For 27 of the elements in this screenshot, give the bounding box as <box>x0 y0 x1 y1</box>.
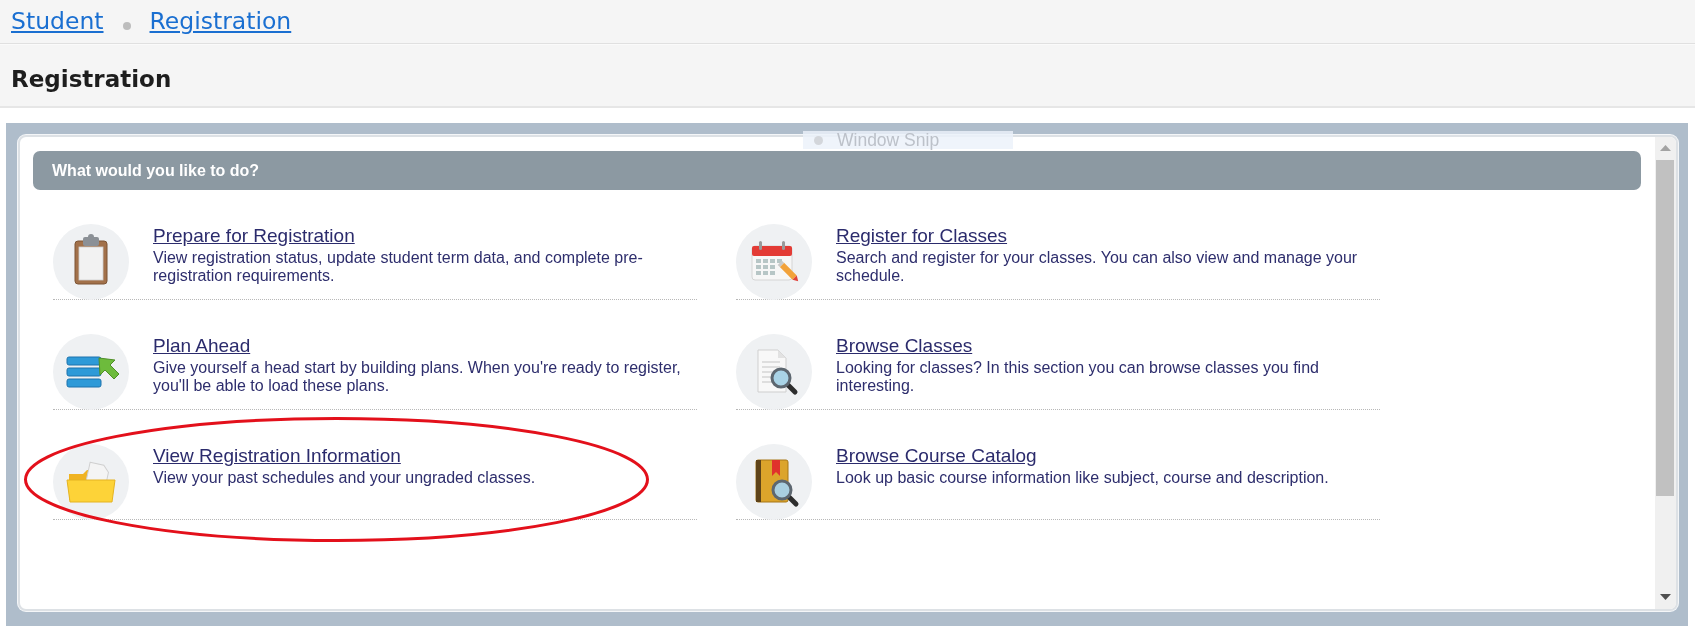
task-link[interactable]: Plan Ahead <box>153 335 251 357</box>
task-description: View registration status, update student term data, and complete pre-registration requirements. <box>153 249 644 285</box>
task-link[interactable]: Prepare for Registration <box>153 225 355 247</box>
task-description: View your past schedules and your ungraded classes. <box>153 469 537 487</box>
clipboard-icon <box>53 224 129 300</box>
task-link[interactable]: Register for Classes <box>836 225 1008 247</box>
task-description: Give yourself a head start by building plans. When you're ready to register, you'll be able to load these plans. <box>153 359 682 395</box>
breadcrumb-separator-icon <box>122 21 131 30</box>
page-title: Registration <box>11 65 172 94</box>
book-magnifier-icon <box>736 444 812 520</box>
task-link[interactable]: Browse Course Catalog <box>836 445 1037 467</box>
scroll-up-icon[interactable] <box>1660 145 1671 151</box>
dot-icon <box>814 135 823 145</box>
task-description: Looking for classes? In this section you can browse classes you find interesting. <box>836 359 1320 395</box>
task-link[interactable]: View Registration Information <box>153 445 401 467</box>
breadcrumb-link[interactable]: Student <box>11 7 104 36</box>
task-description: Look up basic course information like subject, course and description. <box>836 469 1330 487</box>
breadcrumb-link[interactable]: Registration <box>149 7 292 36</box>
section-header: What would you like to do? <box>33 151 1641 190</box>
task-description: Search and register for your classes. You can also view and manage your schedule. <box>836 249 1359 285</box>
task-link[interactable]: Browse Classes <box>836 335 973 357</box>
scroll-down-icon[interactable] <box>1660 594 1671 600</box>
calendar-pencil-icon <box>736 224 812 300</box>
scrollbar[interactable] <box>1655 137 1676 609</box>
folder-icon <box>53 444 129 520</box>
document-magnifier-icon <box>736 334 812 410</box>
scrollbar-thumb[interactable] <box>1656 160 1674 496</box>
